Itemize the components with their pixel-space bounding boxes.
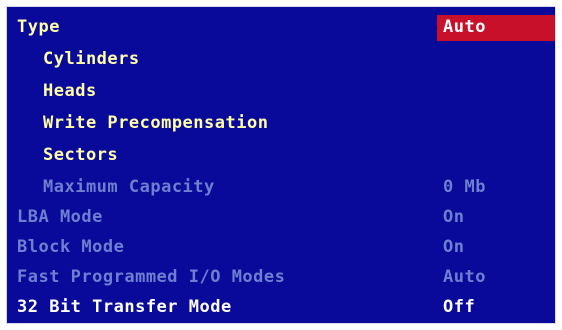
setting-value-lba-mode: On [443, 207, 465, 227]
setting-label-fast-programmed-io-modes: Fast Programmed I/O Modes [17, 267, 286, 287]
setting-label-heads: Heads [43, 81, 97, 101]
setting-row-lba-mode: LBA Mode On [7, 203, 555, 233]
setting-label-maximum-capacity: Maximum Capacity [43, 177, 215, 197]
setting-row-write-precompensation[interactable]: Write Precompensation [7, 109, 555, 139]
setting-label-block-mode: Block Mode [17, 237, 125, 257]
setting-label-32-bit-transfer-mode: 32 Bit Transfer Mode [17, 297, 232, 317]
setting-label-sectors: Sectors [43, 145, 119, 165]
setting-value-32-bit-transfer-mode[interactable]: Off [443, 297, 475, 317]
setting-label-cylinders: Cylinders [43, 49, 140, 69]
setting-row-maximum-capacity: Maximum Capacity 0 Mb [7, 173, 555, 203]
setting-label-write-precompensation: Write Precompensation [43, 113, 269, 133]
setting-row-block-mode: Block Mode On [7, 233, 555, 263]
setting-row-fast-programmed-io-modes: Fast Programmed I/O Modes Auto [7, 263, 555, 293]
setting-value-block-mode: On [443, 237, 465, 257]
setting-value-maximum-capacity: 0 Mb [443, 177, 486, 197]
setting-row-heads[interactable]: Heads [7, 77, 555, 107]
setting-row-cylinders[interactable]: Cylinders [7, 45, 555, 75]
setting-label-type: Type [17, 17, 60, 37]
setting-row-sectors[interactable]: Sectors [7, 141, 555, 171]
setting-value-type: Auto [443, 17, 486, 37]
setting-value-type-highlight[interactable]: Auto [437, 15, 555, 41]
bios-settings-panel: Type Auto Cylinders Heads Write Precompe… [6, 6, 556, 324]
setting-row-32-bit-transfer-mode[interactable]: 32 Bit Transfer Mode Off [7, 293, 555, 323]
setting-value-fast-programmed-io-modes: Auto [443, 267, 486, 287]
setting-label-lba-mode: LBA Mode [17, 207, 103, 227]
setting-row-type[interactable]: Type Auto [7, 13, 555, 43]
